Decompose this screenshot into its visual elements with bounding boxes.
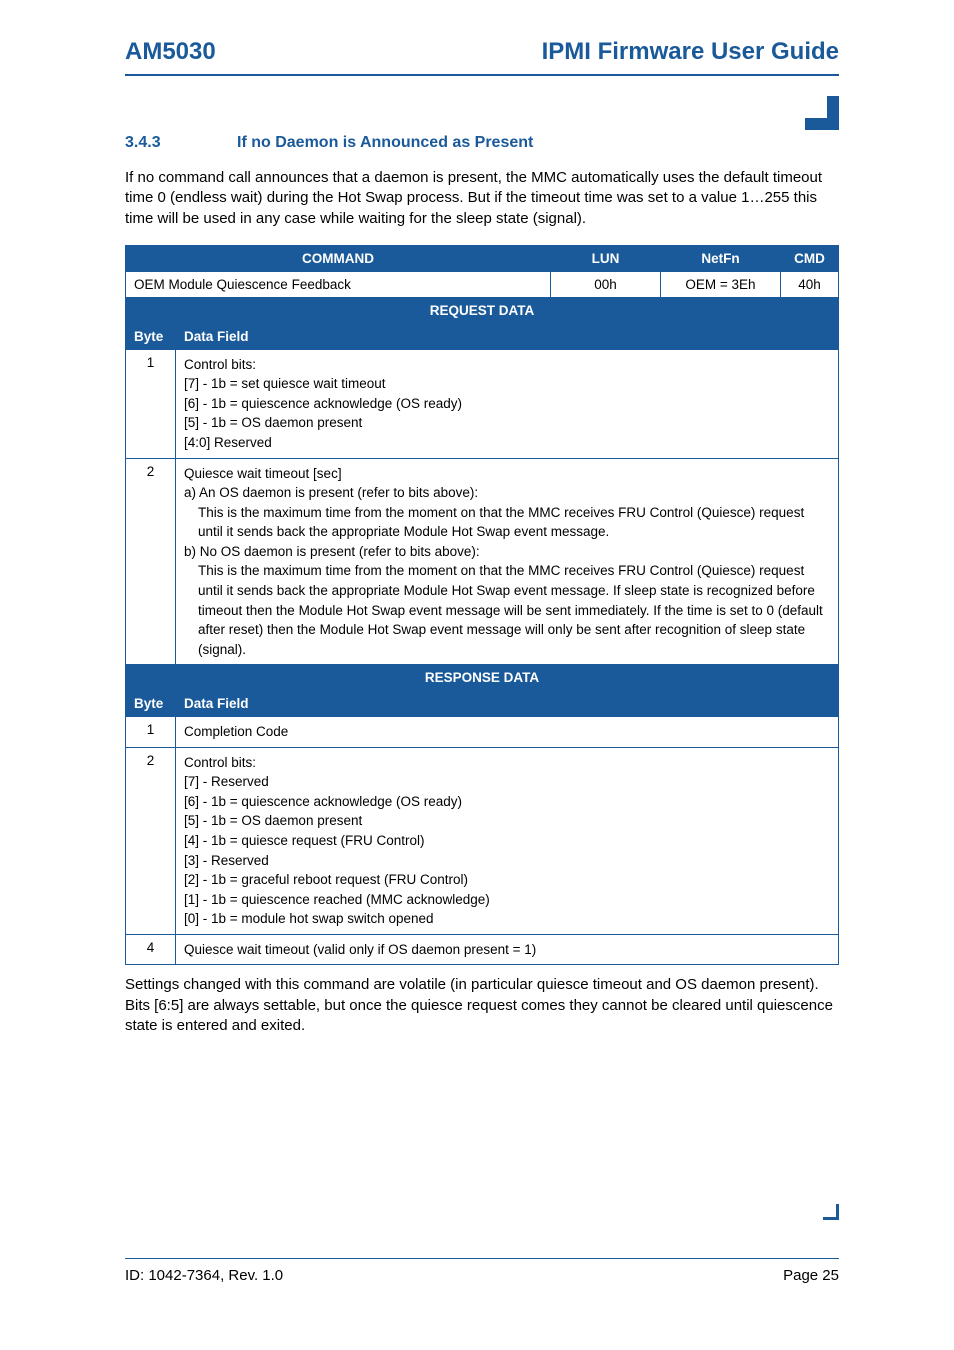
byte-cell: 1 xyxy=(126,717,176,748)
header-product: AM5030 xyxy=(125,38,216,66)
footer-doc-id: ID: 1042-7364, Rev. 1.0 xyxy=(125,1267,283,1284)
section-number: 3.4.3 xyxy=(125,134,237,152)
byte-cell: 4 xyxy=(126,934,176,965)
byte-cell: 2 xyxy=(126,458,176,665)
table-row: 2 Quiesce wait timeout [sec] a) An OS da… xyxy=(126,458,839,665)
table-row: 1 Control bits: [7] - 1b = set quiesce w… xyxy=(126,349,839,458)
cmd-netfn: OEM = 3Eh xyxy=(661,271,781,297)
col-lun: LUN xyxy=(551,245,661,271)
response-data-header: RESPONSE DATA xyxy=(126,665,839,691)
footer-page-num: Page 25 xyxy=(783,1267,839,1284)
cmd-name: OEM Module Quiescence Feedback xyxy=(126,271,551,297)
datafield-cell: Quiesce wait timeout [sec] a) An OS daem… xyxy=(176,458,839,665)
request-data-header: REQUEST DATA xyxy=(126,297,839,323)
command-table: COMMAND LUN NetFn CMD OEM Module Quiesce… xyxy=(125,245,839,966)
section-heading: 3.4.3 If no Daemon is Announced as Prese… xyxy=(125,134,839,152)
table-row: 2 Control bits: [7] - Reserved [6] - 1b … xyxy=(126,747,839,934)
cmd-lun: 00h xyxy=(551,271,661,297)
datafield-cell: Control bits: [7] - 1b = set quiesce wai… xyxy=(176,349,839,458)
outro-paragraph: Settings changed with this command are v… xyxy=(125,975,839,1036)
col-command: COMMAND xyxy=(126,245,551,271)
page-footer: ID: 1042-7364, Rev. 1.0 Page 25 xyxy=(125,1258,839,1284)
section-title: If no Daemon is Announced as Present xyxy=(237,134,533,152)
table-header-row: COMMAND LUN NetFn CMD xyxy=(126,245,839,271)
col-netfn: NetFn xyxy=(661,245,781,271)
page-header: AM5030 IPMI Firmware User Guide xyxy=(125,38,839,76)
datafield-cell: Completion Code xyxy=(176,717,839,748)
byte-cell: 2 xyxy=(126,747,176,934)
datafield-header: Data Field xyxy=(176,323,839,349)
intro-paragraph: If no command call announces that a daem… xyxy=(125,168,839,229)
datafield-cell: Control bits: [7] - Reserved [6] - 1b = … xyxy=(176,747,839,934)
logo-corner-icon xyxy=(805,96,839,130)
cmd-cmd: 40h xyxy=(781,271,839,297)
table-row: OEM Module Quiescence Feedback 00h OEM =… xyxy=(126,271,839,297)
table-row: 1 Completion Code xyxy=(126,717,839,748)
datafield-cell: Quiesce wait timeout (valid only if OS d… xyxy=(176,934,839,965)
byte-header: Byte xyxy=(126,323,176,349)
datafield-header: Data Field xyxy=(176,691,839,717)
header-doc-title: IPMI Firmware User Guide xyxy=(542,38,839,66)
table-row: 4 Quiesce wait timeout (valid only if OS… xyxy=(126,934,839,965)
byte-cell: 1 xyxy=(126,349,176,458)
byte-header: Byte xyxy=(126,691,176,717)
footer-corner-icon xyxy=(823,1204,839,1220)
col-cmd: CMD xyxy=(781,245,839,271)
